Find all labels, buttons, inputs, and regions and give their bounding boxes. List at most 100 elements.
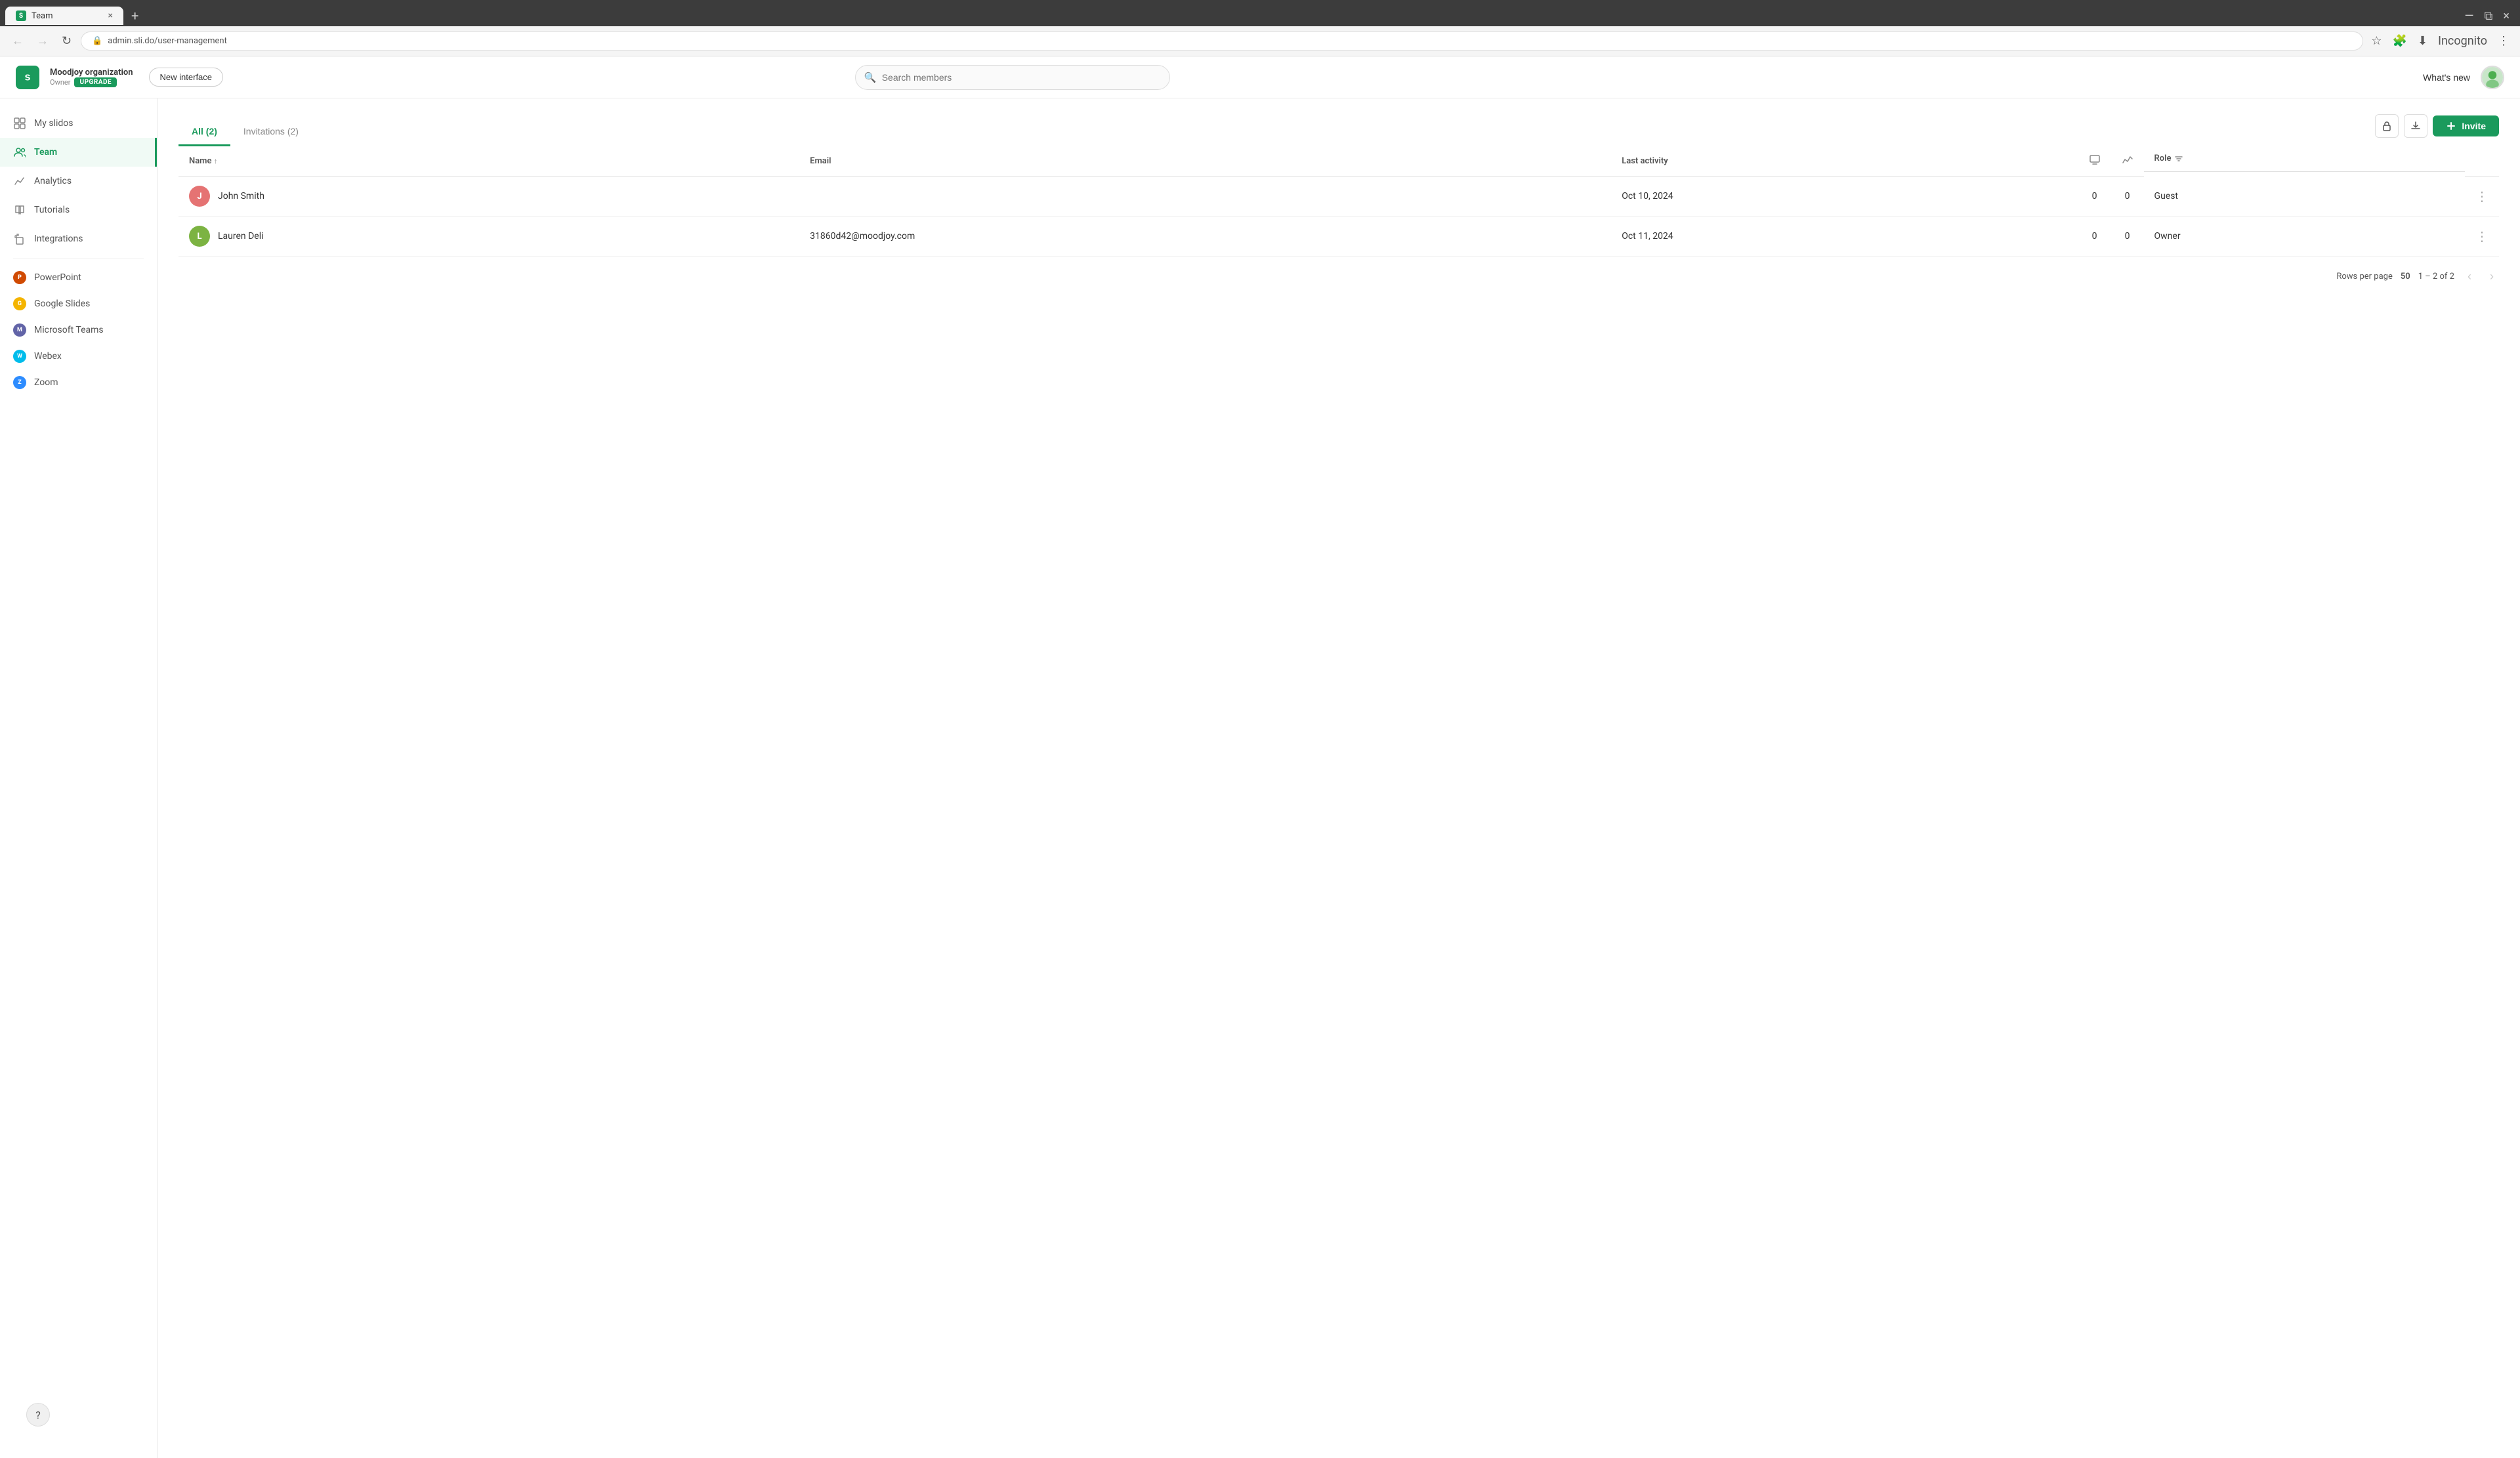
minimize-button[interactable]: —	[2464, 9, 2473, 23]
members-table: Name Email Last activity	[178, 146, 2499, 257]
sidebar-item-team[interactable]: Team	[0, 138, 157, 167]
grid-icon	[13, 117, 26, 130]
header-right: What's new	[2423, 66, 2504, 89]
sidebar-item-powerpoint[interactable]: P PowerPoint	[0, 264, 157, 291]
org-info: Moodjoy organization Owner UPGRADE	[50, 68, 133, 87]
chart-icon	[13, 175, 26, 188]
activity-icon	[2122, 154, 2133, 165]
sidebar-item-zoom[interactable]: Z Zoom	[0, 369, 157, 396]
help-button[interactable]: ?	[26, 1403, 50, 1427]
col-slides-header	[2078, 146, 2111, 177]
bookmark-icon[interactable]: ☆	[2368, 31, 2384, 51]
webex-label: Webex	[34, 351, 62, 362]
sidebar-item-integrations[interactable]: Integrations	[0, 224, 157, 253]
sidebar-item-my-slidos[interactable]: My slidos	[0, 109, 157, 138]
prev-page-button[interactable]: ‹	[2462, 267, 2477, 286]
user-avatar[interactable]	[2481, 66, 2504, 89]
cell-col1-john-smith: 0	[2078, 177, 2111, 217]
close-window-button[interactable]: ×	[2503, 9, 2510, 23]
member-avatar-lauren-deli: L	[189, 226, 210, 247]
upgrade-badge[interactable]: UPGRADE	[74, 77, 117, 87]
browser-tab-bar: S Team × + — ⧉ ×	[0, 0, 2520, 26]
whats-new-button[interactable]: What's new	[2423, 72, 2470, 83]
incognito-label: Incognito	[2435, 31, 2490, 51]
reload-button[interactable]: ↻	[58, 31, 75, 51]
col-activity-header	[2111, 146, 2144, 177]
sidebar-label-my-slidos: My slidos	[34, 118, 73, 129]
filter-icon	[2174, 154, 2183, 163]
search-input[interactable]	[855, 65, 1170, 90]
tab-invitations[interactable]: Invitations (2)	[230, 118, 312, 146]
new-interface-button[interactable]: New interface	[149, 68, 223, 87]
slido-logo: s	[16, 66, 39, 89]
microsoft-teams-icon: M	[13, 323, 26, 337]
download-icon-button[interactable]	[2404, 114, 2427, 138]
main-content: All (2) Invitations (2)	[158, 98, 2520, 1458]
sidebar-item-analytics[interactable]: Analytics	[0, 167, 157, 196]
back-button[interactable]: ←	[8, 31, 28, 51]
sidebar-item-tutorials[interactable]: Tutorials	[0, 196, 157, 224]
pagination-row: Rows per page 50 1 – 2 of 2 ‹ ›	[178, 257, 2499, 297]
extensions-icon[interactable]: 🧩	[2390, 31, 2410, 51]
browser-menu-icon[interactable]: ⋮	[2495, 31, 2512, 51]
sidebar-item-webex[interactable]: W Webex	[0, 343, 157, 369]
webex-icon: W	[13, 350, 26, 363]
new-tab-button[interactable]: +	[126, 5, 144, 26]
col-email-header: Email	[799, 146, 1611, 177]
cell-email-lauren-deli: 31860d42@moodjoy.com	[799, 217, 1611, 257]
cell-actions-lauren-deli[interactable]: ⋮	[2465, 217, 2499, 257]
powerpoint-icon: P	[13, 271, 26, 284]
org-name: Moodjoy organization	[50, 68, 133, 77]
row-more-button-lauren-deli[interactable]: ⋮	[2475, 228, 2488, 244]
cell-col1-lauren-deli: 0	[2078, 217, 2111, 257]
sidebar-label-team: Team	[34, 147, 57, 157]
sidebar-label-analytics: Analytics	[34, 176, 72, 186]
sidebar-item-google-slides[interactable]: G Google Slides	[0, 291, 157, 317]
forward-button[interactable]: →	[33, 31, 52, 51]
lock-icon	[2382, 121, 2392, 131]
users-icon	[13, 146, 26, 159]
email-column-label: Email	[810, 156, 831, 166]
sidebar-item-microsoft-teams[interactable]: M Microsoft Teams	[0, 317, 157, 343]
sidebar-label-integrations: Integrations	[34, 234, 83, 244]
toolbar-actions: ☆ 🧩 ⬇ Incognito ⋮	[2368, 31, 2512, 51]
browser-tab[interactable]: S Team ×	[5, 7, 123, 25]
rows-per-page-value: 50	[2401, 272, 2410, 281]
maximize-button[interactable]: ⧉	[2485, 9, 2493, 23]
tab-close-button[interactable]: ×	[108, 10, 113, 21]
app-header: s Moodjoy organization Owner UPGRADE New…	[0, 56, 2520, 98]
browser-toolbar: ← → ↻ 🔒 admin.sli.do/user-management ☆ 🧩…	[0, 26, 2520, 56]
tab-title: Team	[32, 11, 53, 21]
powerpoint-label: PowerPoint	[34, 272, 81, 283]
zoom-icon: Z	[13, 376, 26, 389]
tabs-group: All (2) Invitations (2)	[178, 118, 312, 146]
invite-plus-icon	[2446, 121, 2456, 131]
cell-name-lauren-deli: L Lauren Deli	[178, 217, 799, 257]
table-body: J John Smith Oct 10, 2024 0 0 Guest ⋮ L …	[178, 177, 2499, 257]
next-page-button[interactable]: ›	[2485, 267, 2499, 286]
cell-actions-john-smith[interactable]: ⋮	[2465, 177, 2499, 217]
tab-all[interactable]: All (2)	[178, 118, 230, 146]
address-bar[interactable]: 🔒 admin.sli.do/user-management	[81, 31, 2363, 51]
table-row: J John Smith Oct 10, 2024 0 0 Guest ⋮	[178, 177, 2499, 217]
google-slides-icon: G	[13, 297, 26, 310]
member-avatar-john-smith: J	[189, 186, 210, 207]
cell-role-lauren-deli: Owner	[2144, 217, 2465, 257]
lock-icon-button[interactable]	[2375, 114, 2399, 138]
invite-label: Invite	[2462, 121, 2486, 131]
google-slides-label: Google Slides	[34, 299, 90, 309]
last-activity-column-label: Last activity	[1622, 156, 1668, 166]
microsoft-teams-label: Microsoft Teams	[34, 325, 104, 335]
table-row: L Lauren Deli 31860d42@moodjoy.com Oct 1…	[178, 217, 2499, 257]
search-bar-container: 🔍	[855, 65, 1170, 90]
puzzle-icon	[13, 232, 26, 245]
col-role-header[interactable]: Role	[2144, 146, 2465, 172]
download-icon[interactable]: ⬇	[2415, 31, 2430, 51]
app-container: My slidos Team Analytics	[0, 98, 2520, 1458]
col-name-header[interactable]: Name	[178, 146, 799, 177]
download-icon	[2410, 121, 2421, 131]
rows-per-page-label: Rows per page	[2336, 272, 2393, 281]
member-name-john-smith: John Smith	[218, 191, 264, 201]
row-more-button-john-smith[interactable]: ⋮	[2475, 188, 2488, 204]
invite-button[interactable]: Invite	[2433, 115, 2499, 136]
